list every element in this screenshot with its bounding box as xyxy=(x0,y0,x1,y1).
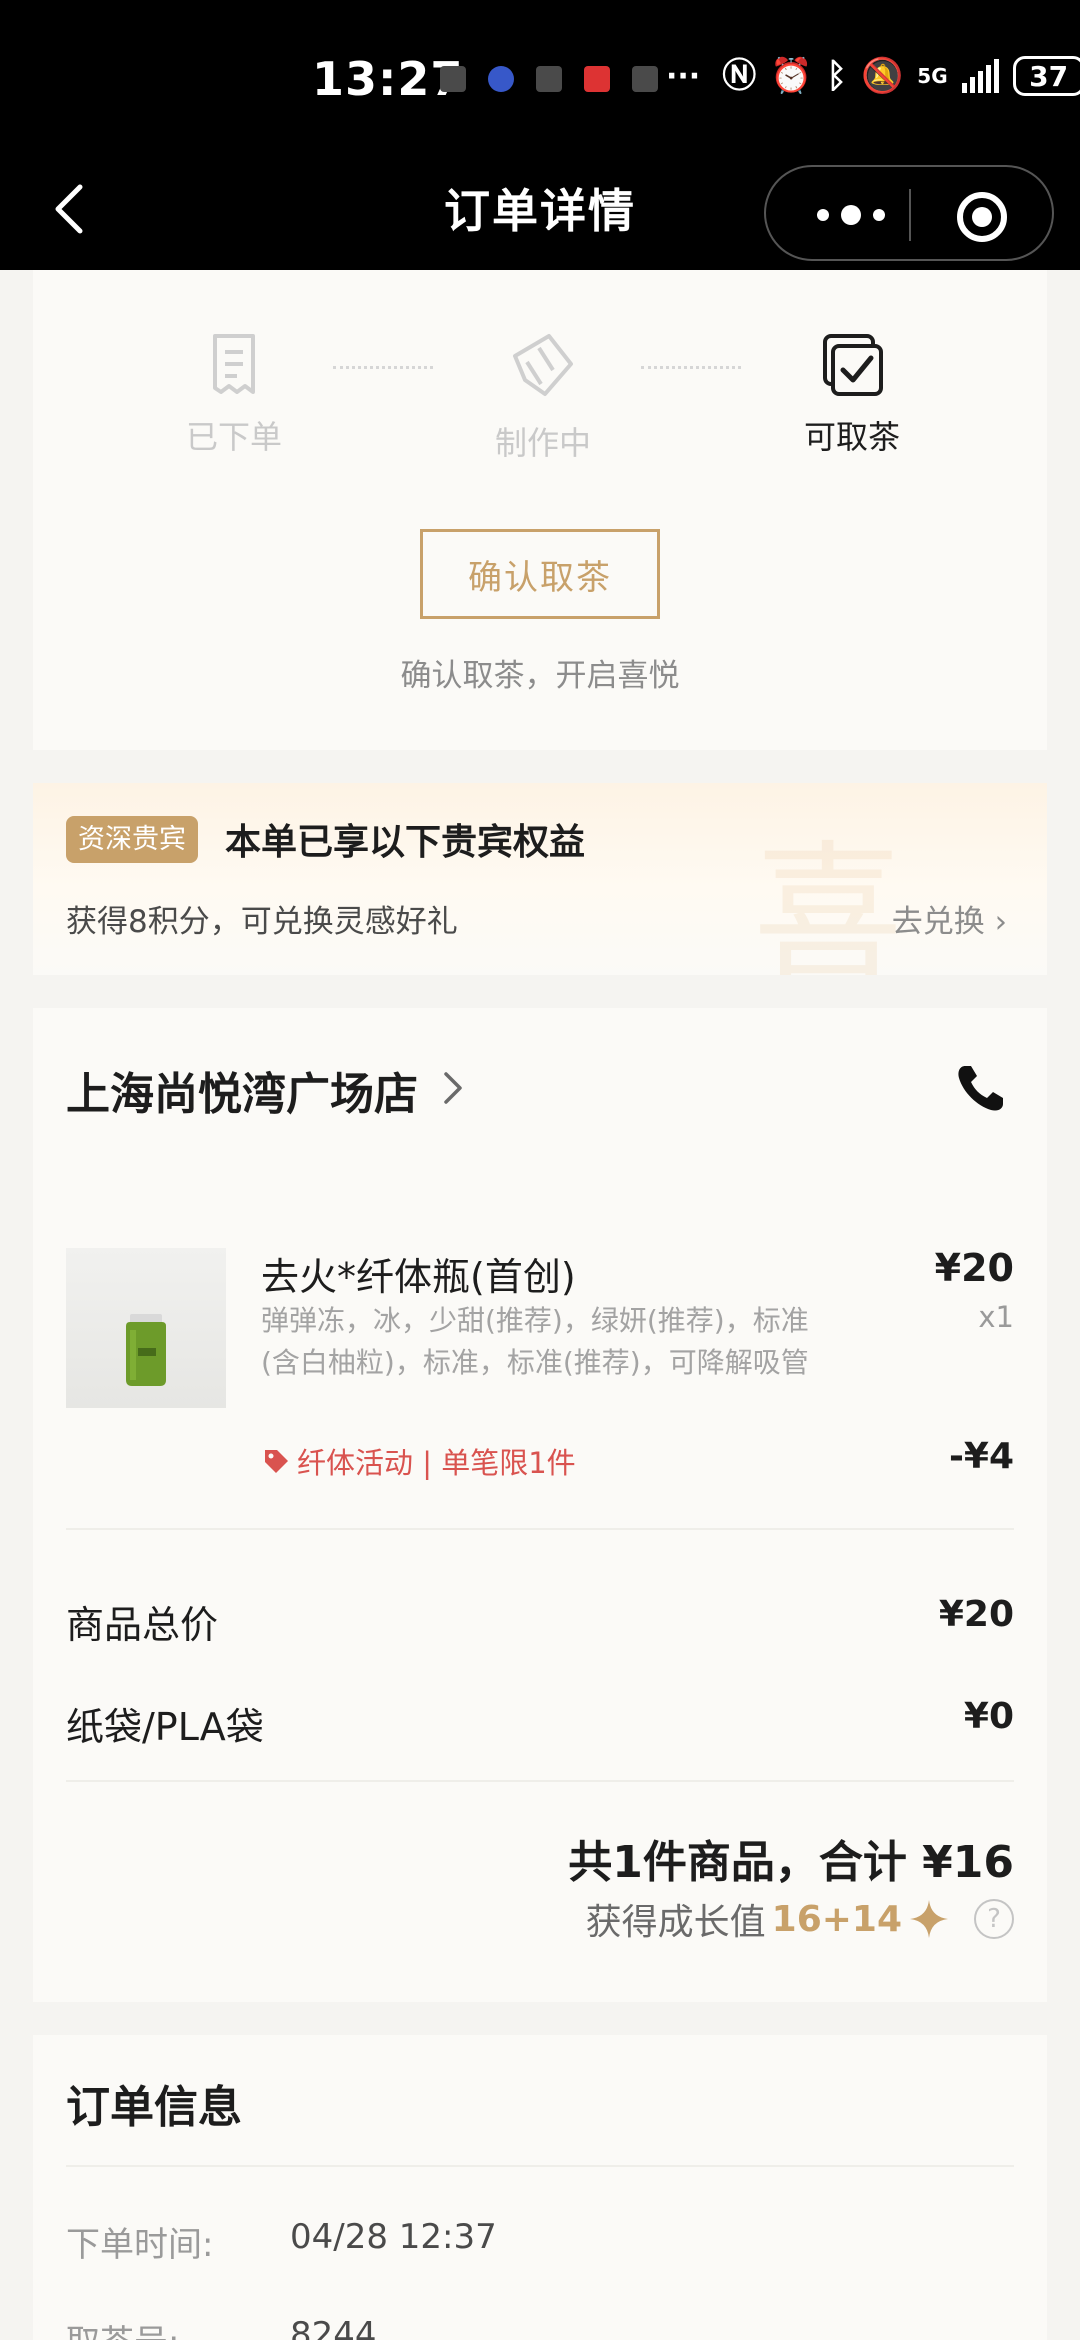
notification-icon xyxy=(488,66,514,92)
signal-icon xyxy=(961,59,999,93)
product-price: ¥20 xyxy=(934,1246,1014,1290)
status-icons: ··· Ⓝ ⏰ ᛒ 🔕 5G 37 xyxy=(666,56,1080,96)
tag-icon xyxy=(265,1450,288,1473)
cup-making-icon xyxy=(513,334,573,396)
fee-value: ¥20 xyxy=(938,1594,1014,1635)
help-icon[interactable]: ? xyxy=(974,1899,1014,1939)
notification-icon xyxy=(536,66,562,92)
more-dots-icon[interactable] xyxy=(806,185,896,245)
vip-benefits-card: 喜 资深贵宾 本单已享以下贵宾权益 获得8积分，可兑换灵感好礼 去兑换 › xyxy=(33,783,1047,975)
notification-icon xyxy=(584,66,610,92)
bluetooth-icon: ᛒ xyxy=(826,56,847,96)
checkbox-stack-icon xyxy=(823,334,883,396)
promo-text: 纤体活动 | 单笔限1件 xyxy=(297,1446,576,1480)
vip-title: 本单已享以下贵宾权益 xyxy=(225,822,586,863)
fee-label: 纸袋/PLA袋 xyxy=(66,1705,264,1749)
fee-row-bag: 纸袋/PLA袋 ¥0 xyxy=(66,1696,1014,1751)
notification-icons xyxy=(440,66,658,92)
product-spec: 弹弹冻，冰，少甜(推荐)，绿妍(推荐)，标准(含白柚粒)，标准，标准(推荐)，可… xyxy=(261,1304,809,1379)
info-key: 下单时间: xyxy=(66,2225,214,2265)
step-label: 制作中 xyxy=(494,424,591,462)
step-making: 制作中 xyxy=(443,330,643,464)
phone-icon[interactable] xyxy=(953,1060,1009,1116)
nfc-icon: Ⓝ xyxy=(722,56,757,96)
product-qty: x1 xyxy=(978,1300,1014,1334)
product-image xyxy=(66,1248,226,1408)
nav-bar: 订单详情 xyxy=(0,145,1080,270)
target-icon[interactable] xyxy=(954,189,1010,245)
info-row-pickup-number: 取茶号: 8244 xyxy=(66,2315,377,2340)
info-value: 8244 xyxy=(290,2315,377,2340)
mute-icon: 🔕 xyxy=(860,56,904,96)
chevron-right-icon[interactable] xyxy=(438,1068,468,1108)
bottle-image xyxy=(126,1314,166,1386)
order-info-card: 订单信息 下单时间: 04/28 12:37 取茶号: 8244 xyxy=(33,2035,1047,2340)
divider xyxy=(66,1780,1014,1782)
redeem-link[interactable]: 去兑换 › xyxy=(892,896,1007,941)
vip-badge: 资深贵宾 xyxy=(66,816,198,863)
network-type: 5G xyxy=(917,64,948,88)
vip-watermark: 喜 xyxy=(753,828,904,975)
order-card: 上海尚悦湾广场店 去火*纤体瓶(首创) ¥20 x1 弹弹冻，冰，少甜(推荐)，… xyxy=(33,1008,1047,2002)
help-glyph: ? xyxy=(987,1904,1001,1934)
promo-tag: 纤体活动 | 单笔限1件 xyxy=(261,1440,576,1482)
order-total: 共1件商品，合计 ¥16 xyxy=(568,1837,1014,1888)
confirm-hint: 确认取茶，开启喜悦 xyxy=(400,658,680,694)
step-ready: 可取茶 xyxy=(752,330,952,458)
info-value: 04/28 12:37 xyxy=(290,2217,497,2257)
info-row-time: 下单时间: 04/28 12:37 xyxy=(66,2217,497,2266)
step-connector xyxy=(333,366,433,369)
notification-icon xyxy=(632,66,658,92)
order-info-title: 订单信息 xyxy=(66,2082,242,2133)
notification-icon xyxy=(440,66,466,92)
growth-points: 获得成长值 16+14 ? xyxy=(586,1893,1014,1945)
battery-icon: 37 xyxy=(1012,56,1080,96)
growth-value: 16+14 xyxy=(771,1898,902,1940)
status-bar: 13:27 ··· Ⓝ ⏰ ᛒ 🔕 5G 37 xyxy=(0,0,1080,145)
fee-row-subtotal: 商品总价 ¥20 xyxy=(66,1594,1014,1649)
divider xyxy=(66,1528,1014,1530)
divider xyxy=(66,2165,1014,2167)
step-label: 可取茶 xyxy=(803,418,900,456)
product-name: 去火*纤体瓶(首创) xyxy=(261,1255,576,1299)
more-notifications: ··· xyxy=(666,58,701,94)
alarm-icon: ⏰ xyxy=(770,56,813,96)
info-key: 取茶号: xyxy=(66,2315,290,2340)
mini-program-capsule xyxy=(764,165,1054,261)
sparkle-icon xyxy=(910,1900,948,1938)
promo-discount: -¥4 xyxy=(948,1436,1014,1477)
step-label: 已下单 xyxy=(185,418,282,456)
receipt-icon xyxy=(213,334,255,394)
step-connector xyxy=(641,366,741,369)
step-ordered: 已下单 xyxy=(134,330,334,458)
growth-label: 获得成长值 xyxy=(585,1902,766,1943)
progress-card: 已下单 制作中 可取茶 确认取茶 确认取茶，开启喜悦 xyxy=(33,270,1047,750)
confirm-pickup-button[interactable]: 确认取茶 xyxy=(420,529,660,619)
fee-label: 商品总价 xyxy=(66,1603,219,1647)
store-name[interactable]: 上海尚悦湾广场店 xyxy=(66,1058,418,1122)
battery-level: 37 xyxy=(1029,59,1069,93)
fee-value: ¥0 xyxy=(963,1696,1014,1737)
capsule-divider xyxy=(909,189,911,241)
vip-desc: 获得8积分，可兑换灵感好礼 xyxy=(66,904,458,940)
